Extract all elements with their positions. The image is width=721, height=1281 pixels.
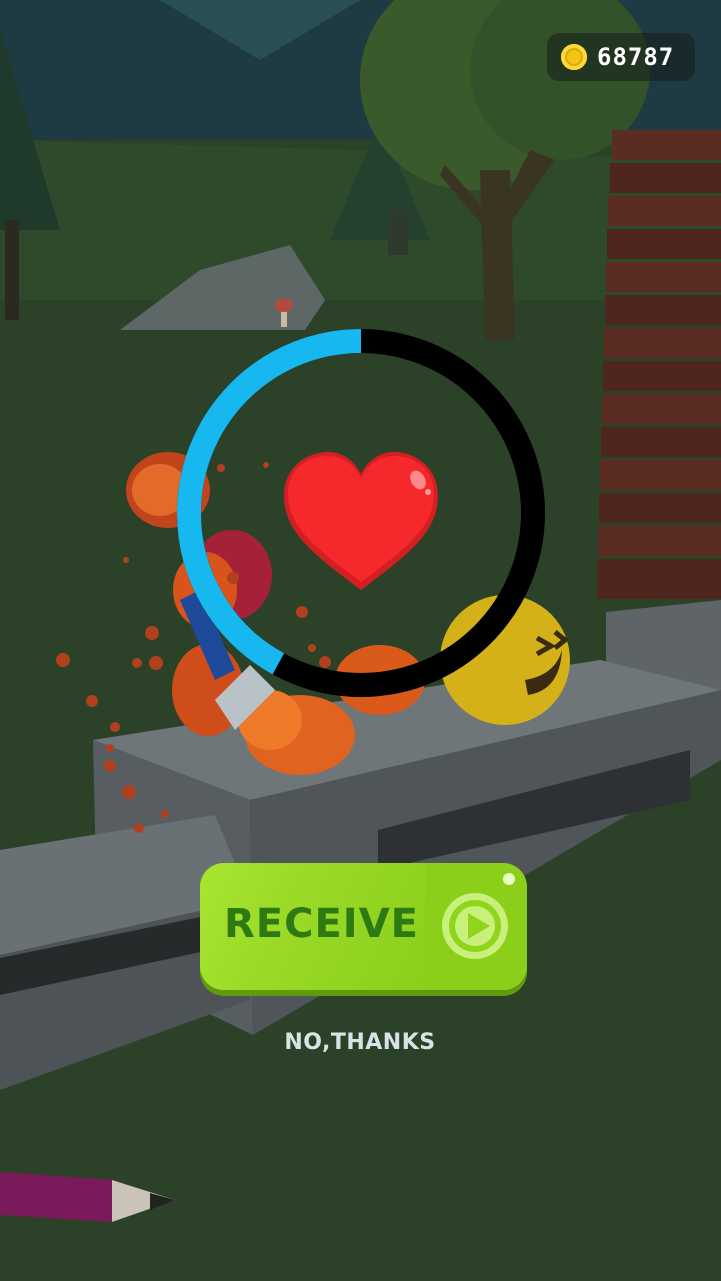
mushroom-cap — [275, 298, 293, 312]
button-gloss — [503, 873, 515, 885]
tree-trunk — [5, 220, 19, 320]
heart-icon — [284, 452, 438, 590]
no-thanks-link[interactable]: NO,THANKS — [260, 1030, 460, 1055]
tree-trunk — [388, 210, 408, 255]
reward-timer-ring — [177, 329, 545, 697]
receive-button-label: RECEIVE — [224, 901, 419, 947]
coin-icon — [561, 44, 587, 70]
coin-counter: 68787 — [547, 33, 695, 81]
pencil-body — [0, 1172, 115, 1222]
coin-count: 68787 — [597, 43, 675, 71]
wood-plank-stack — [597, 130, 721, 599]
receive-button[interactable]: RECEIVE — [200, 863, 527, 990]
play-icon — [442, 893, 508, 959]
